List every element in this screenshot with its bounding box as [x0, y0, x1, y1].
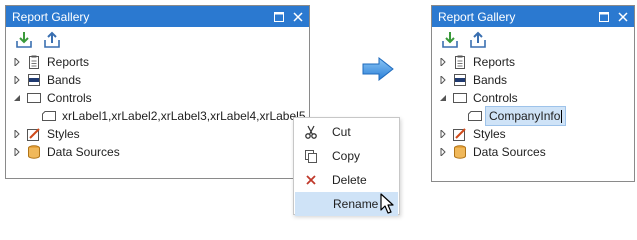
expand-arrow-icon[interactable]	[437, 128, 449, 140]
menu-item-cut[interactable]: Cut	[294, 120, 399, 144]
gallery-tree: Reports Bands Controls CompanyInfo Style…	[432, 53, 634, 161]
expand-arrow-icon[interactable]	[437, 74, 449, 86]
tree-item-styles[interactable]: Styles	[432, 125, 634, 143]
expand-arrow-icon[interactable]	[437, 56, 449, 68]
bands-icon	[27, 73, 41, 87]
database-icon	[453, 145, 467, 159]
expand-arrow-icon[interactable]	[11, 74, 23, 86]
panel-title-bar: Report Gallery	[6, 6, 309, 27]
menu-item-label: Rename	[333, 197, 379, 211]
tree-item-label: Data Sources	[47, 145, 120, 159]
tree-item-reports[interactable]: Reports	[6, 53, 309, 71]
copy-icon	[303, 148, 319, 164]
styles-icon	[453, 127, 467, 141]
bands-icon	[453, 73, 467, 87]
tree-item-label: Controls	[473, 91, 518, 105]
export-icon[interactable]	[468, 30, 488, 50]
controls-icon	[27, 91, 41, 105]
menu-item-label: Delete	[332, 173, 367, 187]
menu-item-label: Copy	[332, 149, 361, 163]
tree-item-controls[interactable]: Controls	[6, 89, 309, 107]
text-caret	[561, 110, 563, 124]
styles-icon	[27, 127, 41, 141]
tree-item-label: Reports	[473, 55, 516, 69]
maximize-icon[interactable]	[598, 11, 609, 22]
report-gallery-panel-before: Report Gallery Reports Bands Controls xr…	[5, 5, 310, 179]
label-control-icon	[42, 109, 56, 123]
expand-arrow-icon[interactable]	[11, 146, 23, 158]
menu-item-copy[interactable]: Copy	[294, 144, 399, 168]
tree-item-renamed[interactable]: CompanyInfo	[432, 106, 634, 126]
tree-item-label: Data Sources	[473, 145, 546, 159]
report-gallery-panel-after: Report Gallery Reports Bands Controls Co…	[431, 5, 635, 182]
export-icon[interactable]	[42, 30, 62, 50]
import-icon[interactable]	[14, 30, 34, 50]
tree-item-data-sources[interactable]: Data Sources	[6, 143, 309, 161]
controls-icon	[453, 91, 467, 105]
gallery-tree: Reports Bands Controls xrLabel1,xrLabel2…	[6, 53, 309, 161]
expand-arrow-icon[interactable]	[11, 128, 23, 140]
tree-item-label: Reports	[47, 55, 90, 69]
collapse-arrow-icon[interactable]	[437, 92, 449, 104]
tree-item-bands[interactable]: Bands	[6, 71, 309, 89]
maximize-icon[interactable]	[273, 11, 284, 22]
tree-item-styles[interactable]: Styles	[6, 125, 309, 143]
panel-title: Report Gallery	[438, 9, 516, 24]
mouse-cursor-icon	[380, 193, 396, 218]
database-icon	[27, 145, 41, 159]
tree-item-label: CompanyInfo	[489, 109, 561, 123]
report-icon	[27, 55, 41, 69]
tree-item-label: Styles	[47, 127, 80, 141]
delete-x-icon	[303, 172, 319, 188]
close-icon[interactable]	[617, 11, 628, 22]
scissors-icon	[303, 124, 319, 140]
panel-title-bar: Report Gallery	[432, 6, 634, 27]
tree-item-label: Bands	[47, 73, 82, 87]
tree-item-reports[interactable]: Reports	[432, 53, 634, 71]
tree-item-controls[interactable]: Controls	[432, 89, 634, 107]
menu-item-label: Cut	[332, 125, 351, 139]
report-icon	[453, 55, 467, 69]
gallery-toolbar	[6, 27, 309, 53]
tree-item-label: Styles	[473, 127, 506, 141]
gallery-toolbar	[432, 27, 634, 53]
expand-arrow-icon[interactable]	[11, 56, 23, 68]
tree-item-label: Controls	[47, 91, 92, 105]
right-arrow-icon	[362, 56, 394, 84]
expand-arrow-icon[interactable]	[437, 146, 449, 158]
import-icon[interactable]	[440, 30, 460, 50]
tree-item-label: xrLabel1,xrLabel2,xrLabel3,xrLabel4,xrLa…	[62, 109, 306, 123]
tree-item-bands[interactable]: Bands	[432, 71, 634, 89]
close-icon[interactable]	[292, 11, 303, 22]
tree-item-selected-labels[interactable]: xrLabel1,xrLabel2,xrLabel3,xrLabel4,xrLa…	[6, 107, 309, 125]
label-control-icon	[468, 109, 482, 123]
rename-edit-box[interactable]: CompanyInfo	[485, 106, 567, 126]
menu-item-delete[interactable]: Delete	[294, 168, 399, 192]
tree-item-label: Bands	[473, 73, 508, 87]
panel-title: Report Gallery	[12, 9, 90, 24]
collapse-arrow-icon[interactable]	[11, 92, 23, 104]
tree-item-data-sources[interactable]: Data Sources	[432, 143, 634, 161]
